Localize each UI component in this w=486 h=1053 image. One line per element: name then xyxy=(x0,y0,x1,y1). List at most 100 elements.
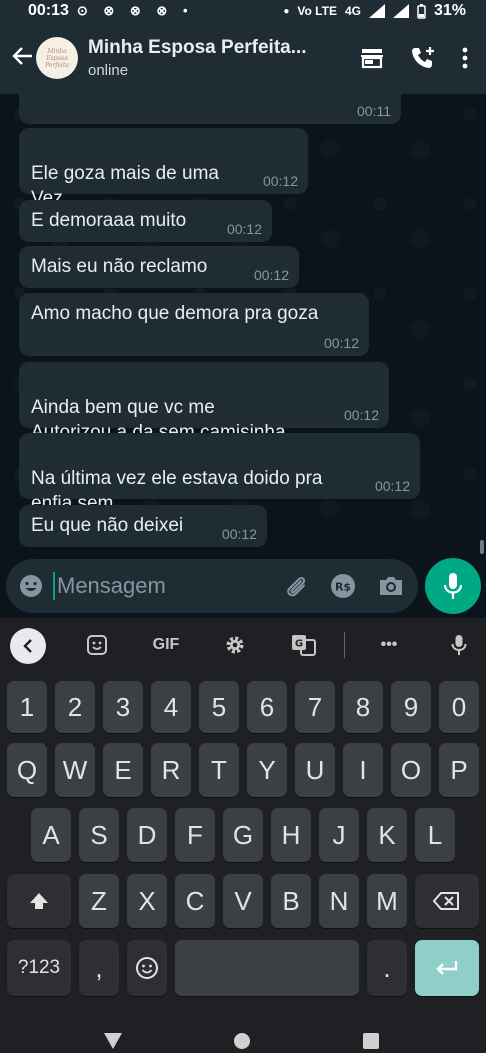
key-v[interactable]: V xyxy=(223,874,263,928)
key-9[interactable]: 9 xyxy=(391,681,431,733)
back-triangle-icon[interactable] xyxy=(103,1032,123,1050)
more-tools-button[interactable]: ••• xyxy=(372,630,406,660)
key-b[interactable]: B xyxy=(271,874,311,928)
settings-button[interactable] xyxy=(222,630,248,660)
message-time: 00:12 xyxy=(253,267,289,283)
message-bubble[interactable]: Amo macho que demora pra goza 00:12 xyxy=(19,293,369,356)
key-i[interactable]: I xyxy=(343,743,383,797)
key-w[interactable]: W xyxy=(55,743,95,797)
svg-text:G: G xyxy=(295,639,303,650)
camera-button[interactable] xyxy=(378,575,404,597)
key-m[interactable]: M xyxy=(367,874,407,928)
emoji-key[interactable] xyxy=(127,940,167,996)
key-c[interactable]: C xyxy=(175,874,215,928)
keyboard: GIF G ••• 1 2 3 4 5 6 7 8 9 0 Q W E R T … xyxy=(0,618,486,1053)
key-p[interactable]: P xyxy=(439,743,479,797)
translate-icon: G xyxy=(292,635,316,656)
key-j[interactable]: J xyxy=(319,808,359,862)
translate-button[interactable]: G xyxy=(290,630,318,660)
key-t[interactable]: T xyxy=(199,743,239,797)
key-2[interactable]: 2 xyxy=(55,681,95,733)
store-icon[interactable] xyxy=(360,47,384,69)
key-6[interactable]: 6 xyxy=(247,681,287,733)
space-key[interactable] xyxy=(175,940,359,996)
scrollbar-thumb[interactable] xyxy=(480,540,484,554)
message-bubble[interactable]: Mais eu não reclamo 00:12 xyxy=(19,246,299,288)
message-time: 00:12 xyxy=(221,526,257,542)
home-circle-icon[interactable] xyxy=(233,1032,251,1050)
recents-square-icon[interactable] xyxy=(362,1032,380,1050)
paperclip-icon xyxy=(287,576,306,597)
key-y[interactable]: Y xyxy=(247,743,287,797)
key-a[interactable]: A xyxy=(31,808,71,862)
key-e[interactable]: E xyxy=(103,743,143,797)
status-network-label: Vo LTE xyxy=(297,4,337,18)
period-key[interactable]: . xyxy=(367,940,407,996)
key-g[interactable]: G xyxy=(223,808,263,862)
emoji-icon xyxy=(20,575,42,597)
toolbar-divider xyxy=(344,632,345,658)
shift-key[interactable] xyxy=(7,874,71,928)
message-bubble[interactable]: 00:11 xyxy=(19,94,401,124)
enter-arrow-icon xyxy=(436,961,458,975)
gif-button[interactable]: GIF xyxy=(146,630,186,660)
key-l[interactable]: L xyxy=(415,808,455,862)
message-text: Eu que não deixei xyxy=(31,515,184,536)
key-3[interactable]: 3 xyxy=(103,681,143,733)
text-caret xyxy=(53,572,55,600)
key-1[interactable]: 1 xyxy=(7,681,47,733)
attach-button[interactable] xyxy=(284,574,308,598)
backspace-key[interactable] xyxy=(415,874,479,928)
message-time: 00:12 xyxy=(374,478,410,494)
key-s[interactable]: S xyxy=(79,808,119,862)
sticker-button[interactable] xyxy=(84,630,110,660)
key-k[interactable]: K xyxy=(367,808,407,862)
key-7[interactable]: 7 xyxy=(295,681,335,733)
message-bubble[interactable]: Na última vez ele estava doido pra enfia… xyxy=(19,433,420,514)
chevron-left-icon xyxy=(23,639,32,653)
shift-arrow-icon xyxy=(30,893,48,909)
key-4[interactable]: 4 xyxy=(151,681,191,733)
key-o[interactable]: O xyxy=(391,743,431,797)
message-bubble[interactable]: Ainda bem que vc me Autorizou a da sem c… xyxy=(19,362,389,443)
chat-area[interactable]: 00:11 Ele goza mais de uma Vez 00:12 E d… xyxy=(0,94,486,552)
enter-key[interactable] xyxy=(415,940,479,996)
message-input[interactable]: Mensagem xyxy=(53,572,284,600)
keyboard-toolbar: GIF G ••• xyxy=(0,618,486,672)
microphone-icon xyxy=(451,635,467,655)
key-d[interactable]: D xyxy=(127,808,167,862)
key-r[interactable]: R xyxy=(151,743,191,797)
real-currency-icon: R$ xyxy=(331,574,355,598)
back-button[interactable] xyxy=(6,43,40,74)
emoji-button[interactable] xyxy=(19,574,43,598)
message-text: Amo macho que demora pra goza xyxy=(31,303,319,324)
contact-info[interactable]: Minha Esposa Perfeita... online xyxy=(88,37,360,79)
key-8[interactable]: 8 xyxy=(343,681,383,733)
battery-icon xyxy=(417,3,426,19)
more-options-icon[interactable] xyxy=(462,47,468,69)
payment-button[interactable]: R$ xyxy=(330,573,356,599)
add-call-icon[interactable] xyxy=(410,46,436,70)
message-bubble[interactable]: E demoraaa muito 00:12 xyxy=(19,200,272,242)
voice-typing-button[interactable] xyxy=(446,630,472,660)
message-bubble[interactable]: Ele goza mais de uma Vez 00:12 xyxy=(19,128,308,209)
key-n[interactable]: N xyxy=(319,874,359,928)
key-z[interactable]: Z xyxy=(79,874,119,928)
key-h[interactable]: H xyxy=(271,808,311,862)
key-5[interactable]: 5 xyxy=(199,681,239,733)
comma-key[interactable]: , xyxy=(79,940,119,996)
key-f[interactable]: F xyxy=(175,808,215,862)
key-q[interactable]: Q xyxy=(7,743,47,797)
message-input-bar: Mensagem R$ xyxy=(6,559,418,613)
status-bar: 00:13 ⊙ ⊗ ⊗ ⊗ • ● Vo LTE 4G 31% xyxy=(0,0,486,22)
key-u[interactable]: U xyxy=(295,743,335,797)
keyboard-collapse-button[interactable] xyxy=(10,628,46,664)
key-0[interactable]: 0 xyxy=(439,681,479,733)
message-bubble[interactable]: Eu que não deixei 00:12 xyxy=(19,505,267,547)
key-x[interactable]: X xyxy=(127,874,167,928)
system-navigation-bar xyxy=(0,1020,486,1053)
symbols-key[interactable]: ?123 xyxy=(7,940,71,996)
voice-message-button[interactable] xyxy=(425,558,481,614)
contact-avatar[interactable]: Minha Esposa Perfeita xyxy=(36,37,78,79)
arrow-left-icon xyxy=(12,46,32,65)
